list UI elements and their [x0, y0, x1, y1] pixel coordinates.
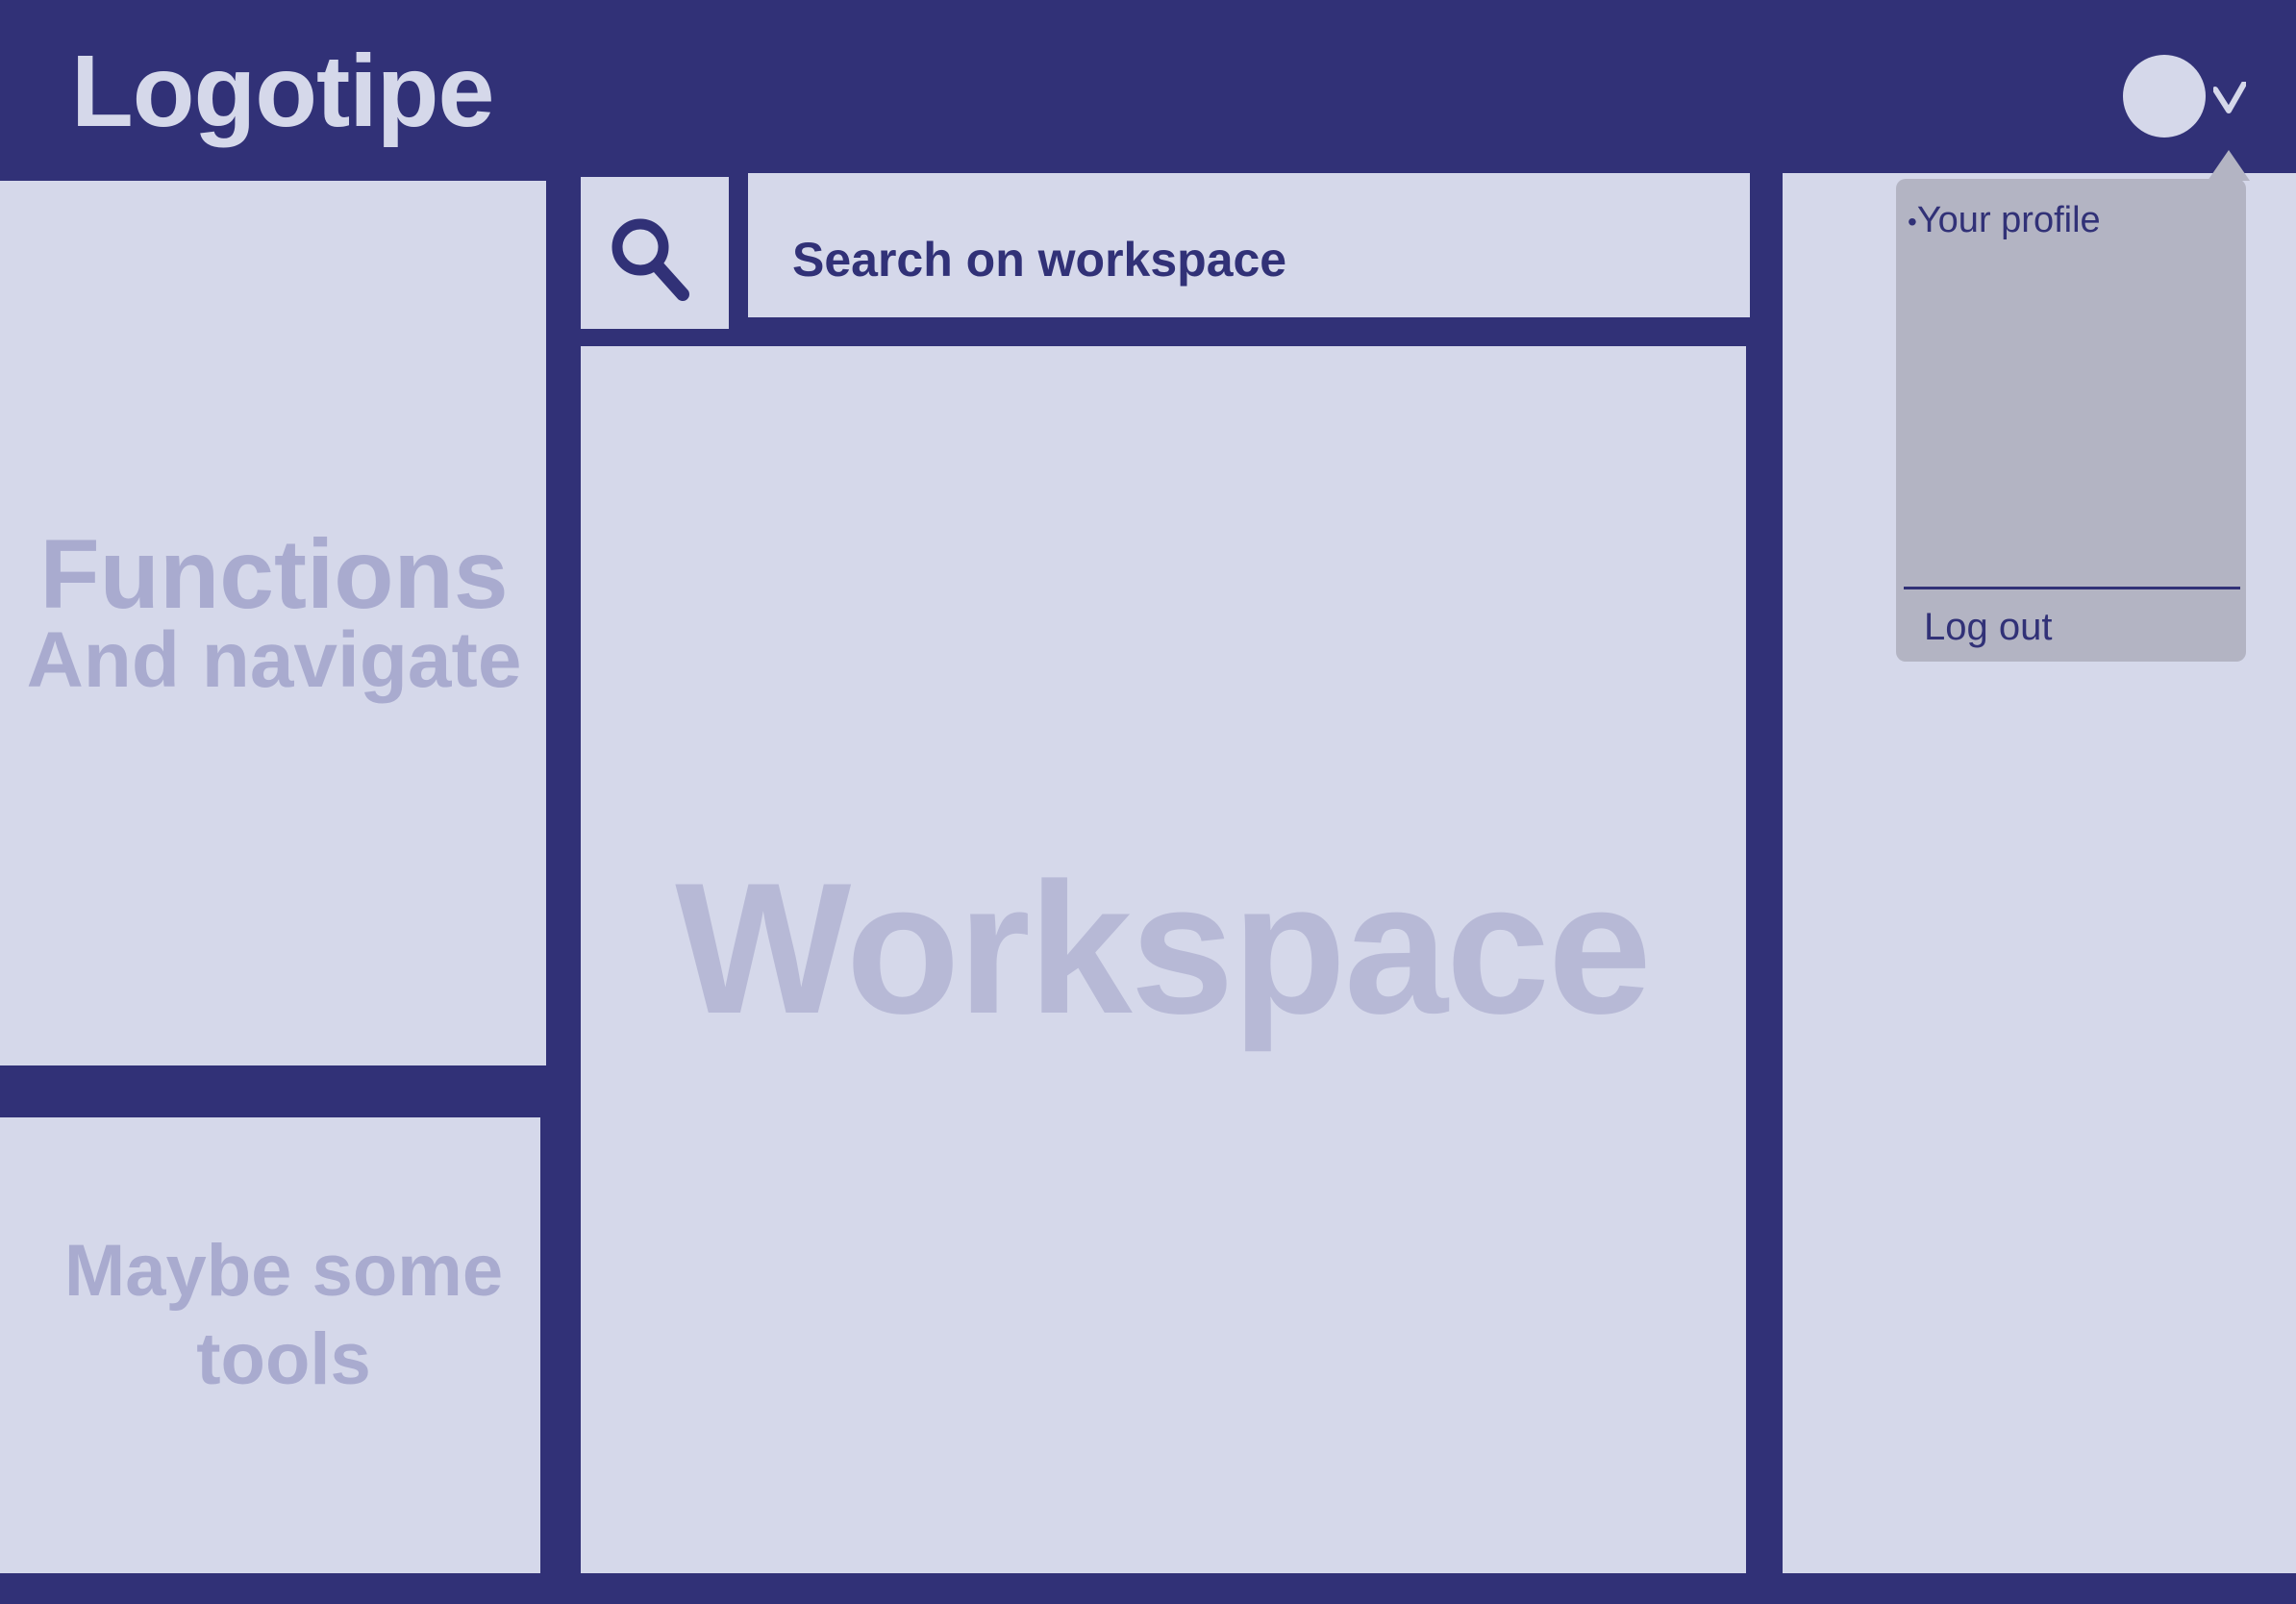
chevron-down-icon[interactable]	[2213, 82, 2246, 114]
menu-item-label: Log out	[1924, 606, 2053, 648]
menu-divider	[1904, 587, 2240, 589]
app-header: Logotipe	[0, 0, 2296, 173]
tools-label-line-1: Maybe some	[63, 1230, 504, 1312]
dropdown-pointer	[2208, 150, 2250, 181]
sidebar-title: Functions	[39, 519, 509, 629]
tools-label-line-2: tools	[196, 1318, 371, 1400]
bullet: •	[1908, 206, 1917, 237]
sidebar-subtitle: And navigate	[26, 616, 522, 704]
menu-item-log-out[interactable]: Log out	[1924, 608, 2052, 646]
logo[interactable]: Logotipe	[71, 40, 494, 142]
tools-label: Maybe some tools	[0, 1227, 567, 1404]
avatar[interactable]	[2123, 55, 2206, 138]
workspace-label: Workspace	[675, 844, 1652, 1053]
search-placeholder: Search on workspace	[792, 233, 1287, 287]
menu-item-your-profile[interactable]: •Your profile	[1908, 202, 2101, 238]
search-icon	[611, 218, 689, 301]
menu-item-label: Your profile	[1916, 200, 2101, 240]
